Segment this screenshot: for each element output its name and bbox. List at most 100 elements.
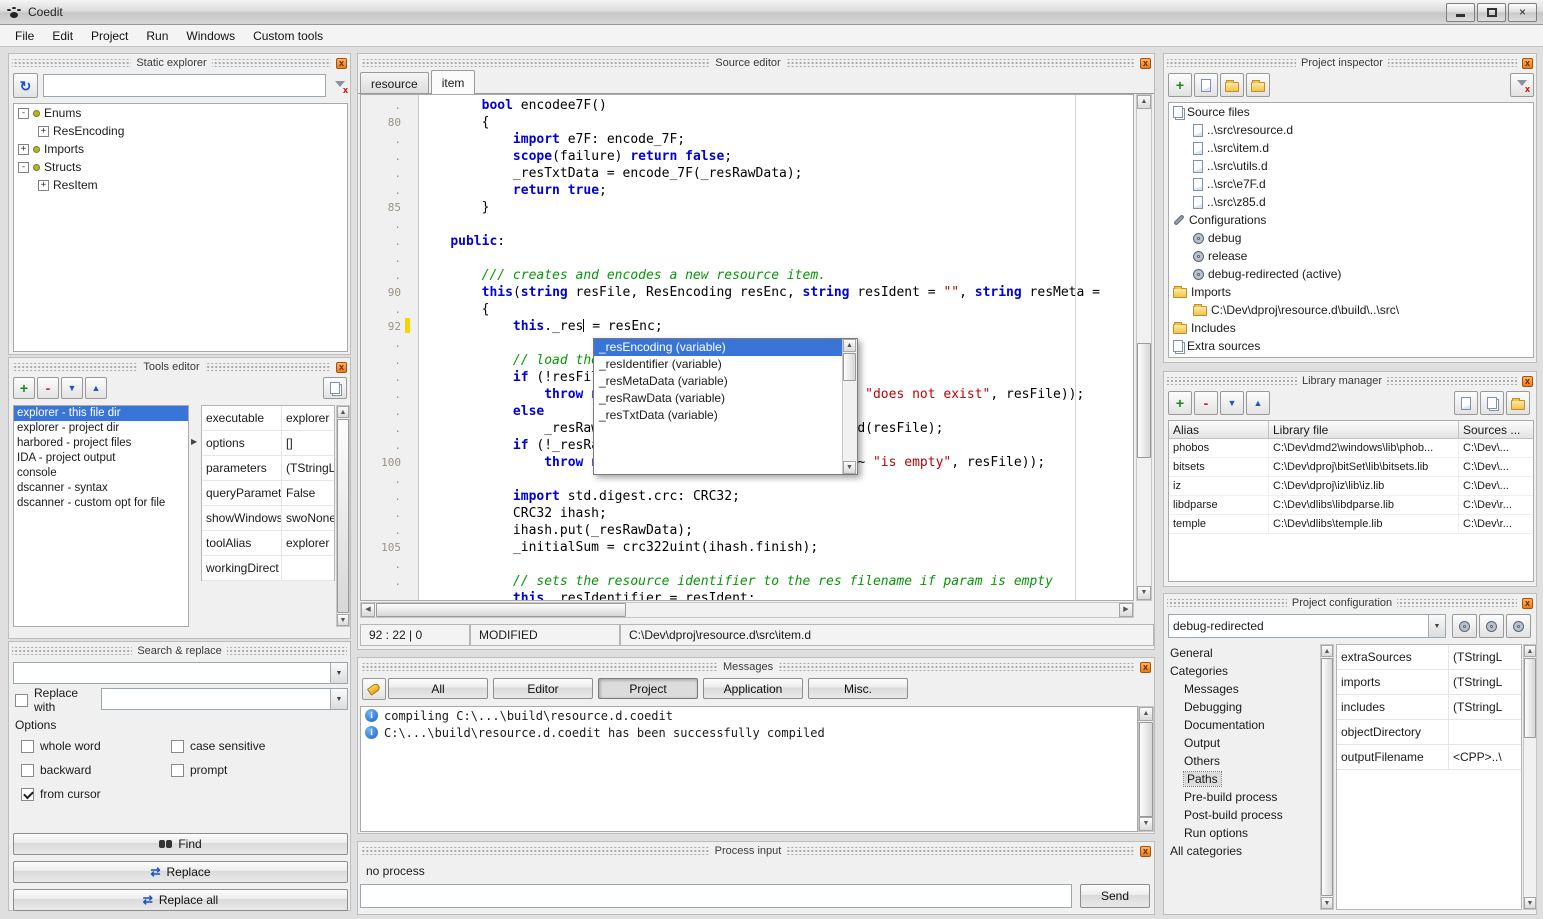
- configuration-select[interactable]: debug-redirected ▼: [1168, 614, 1446, 638]
- project-tree[interactable]: Source files ..\src\resource.d ..\src\it…: [1168, 102, 1534, 358]
- expander-icon[interactable]: [38, 126, 49, 137]
- library-from-folder-button[interactable]: [1480, 391, 1504, 415]
- clone-configuration-button[interactable]: [1506, 614, 1531, 638]
- tools-grid-scrollbar[interactable]: ▲ ▼: [336, 405, 350, 627]
- property-row[interactable]: queryParamet False: [202, 481, 334, 506]
- editor-hscrollbar[interactable]: ◀ ▶: [360, 602, 1134, 618]
- tool-list-item[interactable]: console: [14, 466, 188, 481]
- message-row[interactable]: i C:\...\build\resource.d.coedit has bee…: [361, 724, 1137, 741]
- project-tree-item[interactable]: debug-redirected (active): [1169, 265, 1533, 283]
- completion-item[interactable]: _resIdentifier (variable): [594, 356, 842, 373]
- completion-popup[interactable]: _resEncoding (variable)_resIdentifier (v…: [593, 338, 858, 475]
- completion-list[interactable]: _resEncoding (variable)_resIdentifier (v…: [594, 339, 842, 474]
- symbol-tree-item[interactable]: Enums: [14, 104, 347, 122]
- delete-configuration-button[interactable]: [1479, 614, 1504, 638]
- property-row[interactable]: extraSources (TStringL: [1337, 645, 1521, 670]
- tool-list-item[interactable]: explorer - this file dir: [14, 406, 188, 421]
- completion-item[interactable]: _resRawData (variable): [594, 390, 842, 407]
- add-folder-button[interactable]: [1246, 73, 1270, 97]
- configuration-scrollbar[interactable]: ▲ ▼: [1523, 644, 1537, 910]
- panel-close-icon[interactable]: x: [1522, 58, 1533, 69]
- category-tree-scrollbar[interactable]: ▲ ▼: [1320, 644, 1334, 910]
- property-row[interactable]: objectDirectory: [1337, 720, 1521, 745]
- library-row[interactable]: libdparse C:\Dev\dlibs\libdparse.lib C:\…: [1169, 496, 1533, 515]
- message-filter-button[interactable]: Application: [703, 678, 803, 699]
- open-folder-button[interactable]: [1220, 73, 1244, 97]
- project-tree-item[interactable]: Source files: [1169, 103, 1533, 121]
- edit-library-button[interactable]: [1454, 391, 1478, 415]
- search-combo[interactable]: ▼: [13, 662, 348, 684]
- option-checkbox[interactable]: from cursor: [21, 782, 171, 806]
- title-bar[interactable]: Coedit ×: [0, 0, 1543, 25]
- property-value[interactable]: explorer: [282, 411, 334, 425]
- property-row[interactable]: outputFilename <CPP>..\: [1337, 745, 1521, 770]
- project-tree-item[interactable]: release: [1169, 247, 1533, 265]
- library-manager-header[interactable]: Library manager x: [1164, 372, 1536, 388]
- tools-editor-header[interactable]: Tools editor x: [9, 358, 350, 374]
- category-item[interactable]: Paths: [1166, 770, 1320, 788]
- process-input-header[interactable]: Process input x: [358, 842, 1154, 858]
- category-item[interactable]: All categories: [1166, 842, 1320, 860]
- category-item[interactable]: Output: [1166, 734, 1320, 752]
- category-item[interactable]: Debugging: [1166, 698, 1320, 716]
- close-button[interactable]: ×: [1508, 3, 1537, 22]
- project-configuration-header[interactable]: Project configuration x: [1164, 594, 1536, 610]
- property-row[interactable]: workingDirect: [202, 556, 334, 581]
- project-tree-item[interactable]: Extra sources: [1169, 337, 1533, 355]
- symbol-filter-input[interactable]: [43, 74, 326, 97]
- add-tool-button[interactable]: [13, 377, 35, 399]
- column-header-library-file[interactable]: Library file: [1269, 421, 1459, 439]
- library-from-project-button[interactable]: [1506, 391, 1530, 415]
- chevron-down-icon[interactable]: ▼: [330, 689, 347, 709]
- menu-item[interactable]: File: [6, 26, 43, 46]
- completion-item[interactable]: _resTxtData (variable): [594, 407, 842, 424]
- clone-tool-button[interactable]: [323, 377, 347, 399]
- menu-item[interactable]: Project: [82, 26, 137, 46]
- option-checkbox[interactable]: whole word: [21, 734, 171, 758]
- menu-item[interactable]: Custom tools: [244, 26, 332, 46]
- category-item[interactable]: Others: [1166, 752, 1320, 770]
- project-tree-item[interactable]: C:\Dev\dproj\resource.d\build\..\src\: [1169, 301, 1533, 319]
- project-tree-item[interactable]: debug: [1169, 229, 1533, 247]
- panel-close-icon[interactable]: x: [1522, 376, 1533, 387]
- message-filter-button[interactable]: Project: [598, 678, 698, 699]
- move-tool-up-button[interactable]: [85, 377, 107, 399]
- option-checkbox[interactable]: prompt: [171, 758, 321, 782]
- expander-icon[interactable]: [18, 144, 29, 155]
- project-tree-item[interactable]: ..\src\item.d: [1169, 139, 1533, 157]
- property-row[interactable]: includes (TStringL: [1337, 695, 1521, 720]
- message-filter-button[interactable]: Misc.: [808, 678, 908, 699]
- tool-list-item[interactable]: explorer - project dir: [14, 421, 188, 436]
- category-item[interactable]: Documentation: [1166, 716, 1320, 734]
- editor-tab[interactable]: resource: [360, 72, 429, 94]
- tool-list-item[interactable]: dscanner - syntax: [14, 481, 188, 496]
- messages-scrollbar[interactable]: ▲ ▼: [1138, 706, 1154, 832]
- panel-close-icon[interactable]: x: [1522, 598, 1533, 609]
- property-value[interactable]: explorer: [282, 536, 334, 550]
- remove-library-button[interactable]: [1194, 391, 1218, 415]
- move-tool-down-button[interactable]: [61, 377, 83, 399]
- menu-item[interactable]: Edit: [43, 26, 82, 46]
- add-configuration-button[interactable]: [1452, 614, 1477, 638]
- option-checkbox[interactable]: case sensitive: [171, 734, 321, 758]
- project-tree-item[interactable]: Includes: [1169, 319, 1533, 337]
- property-row[interactable]: showWindows swoNone: [202, 506, 334, 531]
- chevron-down-icon[interactable]: ▼: [1428, 615, 1445, 637]
- project-inspector-header[interactable]: Project inspector x: [1164, 54, 1536, 70]
- property-row[interactable]: options []: [202, 431, 334, 456]
- panel-close-icon[interactable]: x: [336, 362, 347, 373]
- property-row[interactable]: parameters (TStringL: [202, 456, 334, 481]
- message-filter-button[interactable]: All: [388, 678, 488, 699]
- minimize-button[interactable]: [1446, 3, 1475, 22]
- library-row[interactable]: iz C:\Dev\dproj\iz\lib\iz.lib C:\Dev\...: [1169, 477, 1533, 496]
- filter-reset-button[interactable]: [1510, 73, 1534, 97]
- editor-tab[interactable]: item: [431, 70, 476, 94]
- symbol-tree-item[interactable]: Structs: [14, 158, 347, 176]
- property-value[interactable]: False: [282, 486, 334, 500]
- symbol-tree[interactable]: Enums ResEncoding Imports Structs: [13, 103, 348, 352]
- category-item[interactable]: Pre-build process: [1166, 788, 1320, 806]
- replace-combo[interactable]: ▼: [101, 688, 348, 710]
- chevron-down-icon[interactable]: ▼: [330, 663, 347, 683]
- symbol-tree-item[interactable]: Imports: [14, 140, 347, 158]
- expander-icon[interactable]: [38, 180, 49, 191]
